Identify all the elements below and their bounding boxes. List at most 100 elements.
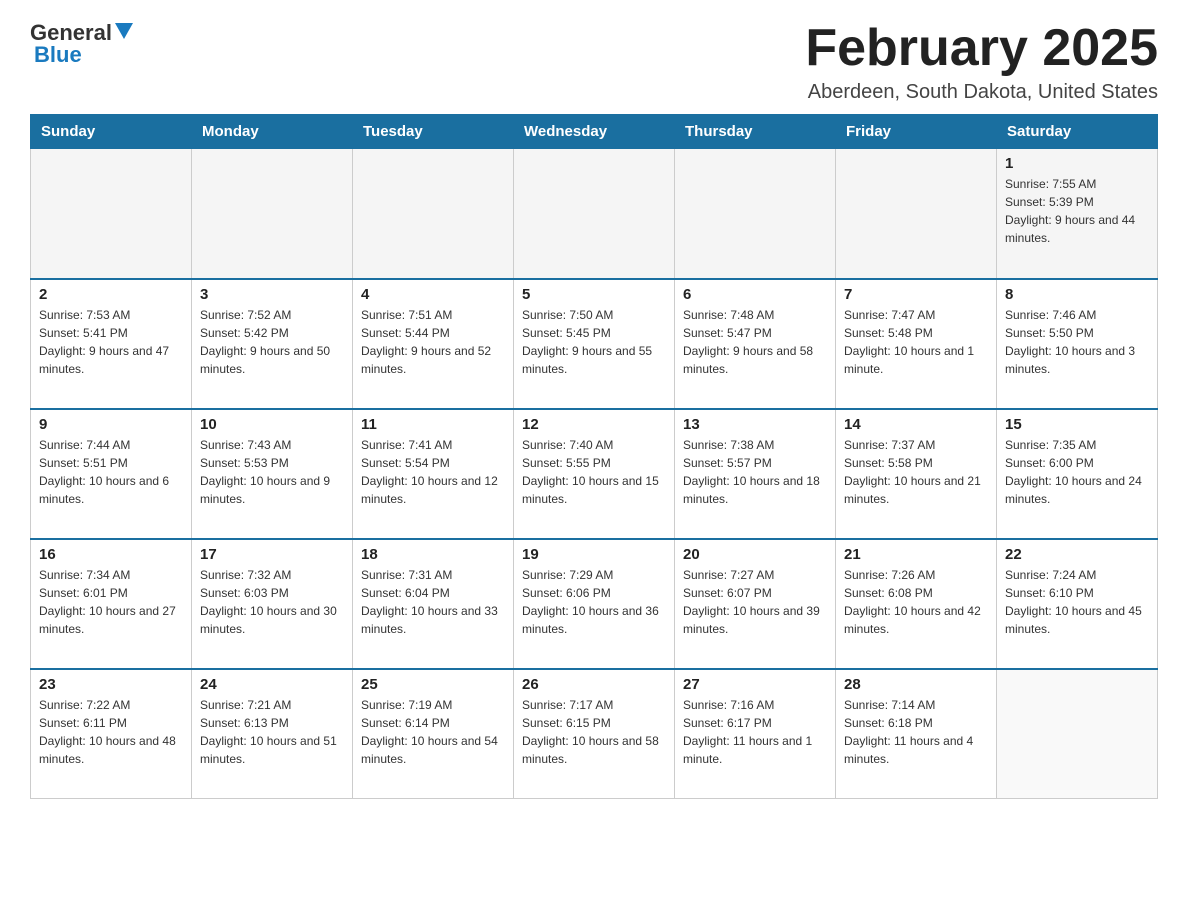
calendar-cell: 26Sunrise: 7:17 AM Sunset: 6:15 PM Dayli… — [514, 669, 675, 799]
day-number: 12 — [522, 416, 666, 433]
day-number: 15 — [1005, 416, 1149, 433]
day-info: Sunrise: 7:48 AM Sunset: 5:47 PM Dayligh… — [683, 306, 827, 378]
page-header: General Blue February 2025 Aberdeen, Sou… — [30, 20, 1158, 104]
calendar-week-row: 1 Sunrise: 7:55 AM Sunset: 5:39 PM Daylig… — [31, 149, 1158, 279]
calendar-cell — [192, 149, 353, 279]
calendar-cell: 27Sunrise: 7:16 AM Sunset: 6:17 PM Dayli… — [675, 669, 836, 799]
day-info: Sunrise: 7:29 AM Sunset: 6:06 PM Dayligh… — [522, 566, 666, 638]
day-number: 14 — [844, 416, 988, 433]
day-number: 13 — [683, 416, 827, 433]
day-info: Sunrise: 7:38 AM Sunset: 5:57 PM Dayligh… — [683, 436, 827, 508]
logo-blue-text: Blue — [34, 42, 82, 67]
day-number: 19 — [522, 546, 666, 563]
day-number: 5 — [522, 286, 666, 303]
day-info: Sunrise: 7:26 AM Sunset: 6:08 PM Dayligh… — [844, 566, 988, 638]
calendar-cell — [31, 149, 192, 279]
day-number: 7 — [844, 286, 988, 303]
calendar-cell: 28 Sunrise: 7:14 AM Sunset: 6:18 PM Dayli… — [836, 669, 997, 799]
calendar-cell — [997, 669, 1158, 799]
title-block: February 2025 Aberdeen, South Dakota, Un… — [805, 20, 1158, 104]
day-info: Sunrise: 7:27 AM Sunset: 6:07 PM Dayligh… — [683, 566, 827, 638]
calendar-cell: 1 Sunrise: 7:55 AM Sunset: 5:39 PM Daylig… — [997, 149, 1158, 279]
calendar-cell: 3 Sunrise: 7:52 AM Sunset: 5:42 PM Daylig… — [192, 279, 353, 409]
calendar-cell: 4 Sunrise: 7:51 AM Sunset: 5:44 PM Daylig… — [353, 279, 514, 409]
day-info: Sunrise: 7:14 AM Sunset: 6:18 PM Dayligh… — [844, 696, 988, 768]
day-number: 4 — [361, 286, 505, 303]
day-number: 3 — [200, 286, 344, 303]
calendar-week-row: 16 Sunrise: 7:34 AM Sunset: 6:01 PM Dayli… — [31, 539, 1158, 669]
logo-arrow-icon — [115, 23, 133, 41]
day-info: Sunrise: 7:52 AM Sunset: 5:42 PM Dayligh… — [200, 306, 344, 378]
day-number: 2 — [39, 286, 183, 303]
location-subtitle: Aberdeen, South Dakota, United States — [805, 81, 1158, 104]
day-info: Sunrise: 7:35 AM Sunset: 6:00 PM Dayligh… — [1005, 436, 1149, 508]
day-number: 23 — [39, 676, 183, 693]
day-info: Sunrise: 7:43 AM Sunset: 5:53 PM Dayligh… — [200, 436, 344, 508]
day-number: 8 — [1005, 286, 1149, 303]
month-title: February 2025 — [805, 20, 1158, 77]
calendar-cell: 7 Sunrise: 7:47 AM Sunset: 5:48 PM Daylig… — [836, 279, 997, 409]
calendar-cell: 2 Sunrise: 7:53 AM Sunset: 5:41 PM Daylig… — [31, 279, 192, 409]
calendar-cell — [675, 149, 836, 279]
day-info: Sunrise: 7:22 AM Sunset: 6:11 PM Dayligh… — [39, 696, 183, 768]
calendar-cell: 5 Sunrise: 7:50 AM Sunset: 5:45 PM Daylig… — [514, 279, 675, 409]
calendar-cell: 22Sunrise: 7:24 AM Sunset: 6:10 PM Dayli… — [997, 539, 1158, 669]
day-number: 28 — [844, 676, 988, 693]
calendar-week-row: 2 Sunrise: 7:53 AM Sunset: 5:41 PM Daylig… — [31, 279, 1158, 409]
column-header-saturday: Saturday — [997, 115, 1158, 149]
day-number: 21 — [844, 546, 988, 563]
calendar-cell — [836, 149, 997, 279]
calendar-cell: 18 Sunrise: 7:31 AM Sunset: 6:04 PM Dayli… — [353, 539, 514, 669]
day-info: Sunrise: 7:47 AM Sunset: 5:48 PM Dayligh… — [844, 306, 988, 378]
day-info: Sunrise: 7:31 AM Sunset: 6:04 PM Dayligh… — [361, 566, 505, 638]
day-info: Sunrise: 7:32 AM Sunset: 6:03 PM Dayligh… — [200, 566, 344, 638]
day-number: 11 — [361, 416, 505, 433]
column-header-tuesday: Tuesday — [353, 115, 514, 149]
day-number: 6 — [683, 286, 827, 303]
calendar-cell: 20Sunrise: 7:27 AM Sunset: 6:07 PM Dayli… — [675, 539, 836, 669]
day-info: Sunrise: 7:34 AM Sunset: 6:01 PM Dayligh… — [39, 566, 183, 638]
calendar-cell: 16 Sunrise: 7:34 AM Sunset: 6:01 PM Dayli… — [31, 539, 192, 669]
calendar-cell: 14 Sunrise: 7:37 AM Sunset: 5:58 PM Dayli… — [836, 409, 997, 539]
day-info: Sunrise: 7:37 AM Sunset: 5:58 PM Dayligh… — [844, 436, 988, 508]
day-number: 26 — [522, 676, 666, 693]
calendar-week-row: 9 Sunrise: 7:44 AM Sunset: 5:51 PM Daylig… — [31, 409, 1158, 539]
day-info: Sunrise: 7:16 AM Sunset: 6:17 PM Dayligh… — [683, 696, 827, 768]
day-info: Sunrise: 7:50 AM Sunset: 5:45 PM Dayligh… — [522, 306, 666, 378]
calendar-cell: 6 Sunrise: 7:48 AM Sunset: 5:47 PM Daylig… — [675, 279, 836, 409]
calendar-cell: 23 Sunrise: 7:22 AM Sunset: 6:11 PM Dayli… — [31, 669, 192, 799]
day-info: Sunrise: 7:41 AM Sunset: 5:54 PM Dayligh… — [361, 436, 505, 508]
calendar-cell: 19 Sunrise: 7:29 AM Sunset: 6:06 PM Dayli… — [514, 539, 675, 669]
column-header-wednesday: Wednesday — [514, 115, 675, 149]
calendar-cell: 10 Sunrise: 7:43 AM Sunset: 5:53 PM Dayli… — [192, 409, 353, 539]
column-header-friday: Friday — [836, 115, 997, 149]
day-info: Sunrise: 7:46 AM Sunset: 5:50 PM Dayligh… — [1005, 306, 1149, 378]
day-number: 16 — [39, 546, 183, 563]
day-info: Sunrise: 7:24 AM Sunset: 6:10 PM Dayligh… — [1005, 566, 1149, 638]
day-number: 1 — [1005, 155, 1149, 172]
day-number: 9 — [39, 416, 183, 433]
calendar-cell: 13 Sunrise: 7:38 AM Sunset: 5:57 PM Dayli… — [675, 409, 836, 539]
day-info: Sunrise: 7:53 AM Sunset: 5:41 PM Dayligh… — [39, 306, 183, 378]
day-number: 25 — [361, 676, 505, 693]
day-info: Sunrise: 7:19 AM Sunset: 6:14 PM Dayligh… — [361, 696, 505, 768]
day-number: 18 — [361, 546, 505, 563]
calendar-cell — [514, 149, 675, 279]
day-number: 24 — [200, 676, 344, 693]
calendar-cell: 24 Sunrise: 7:21 AM Sunset: 6:13 PM Dayli… — [192, 669, 353, 799]
calendar-header-row: SundayMondayTuesdayWednesdayThursdayFrid… — [31, 115, 1158, 149]
column-header-thursday: Thursday — [675, 115, 836, 149]
day-number: 10 — [200, 416, 344, 433]
column-header-sunday: Sunday — [31, 115, 192, 149]
day-info: Sunrise: 7:55 AM Sunset: 5:39 PM Dayligh… — [1005, 175, 1149, 247]
logo: General Blue — [30, 20, 133, 68]
calendar-cell: 12Sunrise: 7:40 AM Sunset: 5:55 PM Dayli… — [514, 409, 675, 539]
day-number: 17 — [200, 546, 344, 563]
calendar-week-row: 23 Sunrise: 7:22 AM Sunset: 6:11 PM Dayli… — [31, 669, 1158, 799]
day-info: Sunrise: 7:51 AM Sunset: 5:44 PM Dayligh… — [361, 306, 505, 378]
day-info: Sunrise: 7:44 AM Sunset: 5:51 PM Dayligh… — [39, 436, 183, 508]
day-info: Sunrise: 7:21 AM Sunset: 6:13 PM Dayligh… — [200, 696, 344, 768]
calendar-cell: 11 Sunrise: 7:41 AM Sunset: 5:54 PM Dayli… — [353, 409, 514, 539]
calendar-cell: 9 Sunrise: 7:44 AM Sunset: 5:51 PM Daylig… — [31, 409, 192, 539]
calendar-cell: 15 Sunrise: 7:35 AM Sunset: 6:00 PM Dayli… — [997, 409, 1158, 539]
